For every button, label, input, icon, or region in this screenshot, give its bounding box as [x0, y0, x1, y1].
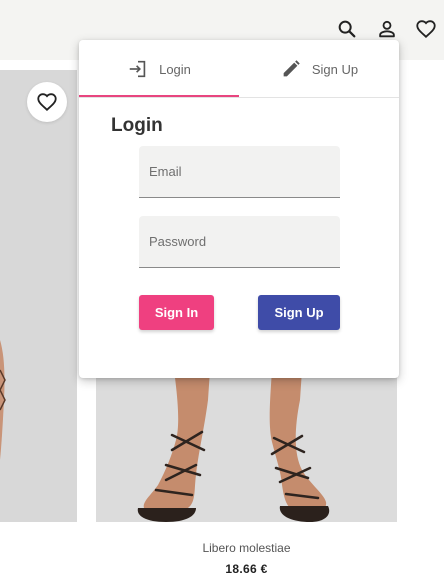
email-field[interactable]: [139, 146, 340, 198]
login-icon: [129, 60, 146, 78]
tab-login-label: Login: [159, 61, 191, 77]
tab-signup-label: Sign Up: [311, 61, 359, 77]
favorite-button[interactable]: [27, 82, 67, 122]
product-photo-left: [0, 70, 77, 522]
product-name[interactable]: Libero molestiae: [96, 541, 397, 555]
login-popup: Login Sign Up Login Sign In Sign Up: [79, 40, 399, 378]
pencil-icon: [283, 60, 300, 77]
active-tab-indicator: [79, 95, 239, 97]
sign-up-button[interactable]: Sign Up: [258, 295, 340, 330]
heart-icon: [37, 93, 57, 112]
password-field[interactable]: [139, 216, 340, 268]
auth-tabs: Login Sign Up: [79, 40, 399, 98]
account-icon[interactable]: [375, 17, 399, 41]
tab-login[interactable]: Login: [79, 40, 239, 98]
product-price: 18.66 €: [225, 562, 268, 576]
sign-in-button[interactable]: Sign In: [139, 295, 214, 330]
wishlist-icon[interactable]: [414, 17, 438, 41]
product-image-left[interactable]: [0, 70, 77, 522]
tab-signup[interactable]: Sign Up: [239, 40, 399, 98]
form-title: Login: [111, 115, 163, 136]
search-icon[interactable]: [335, 17, 359, 41]
